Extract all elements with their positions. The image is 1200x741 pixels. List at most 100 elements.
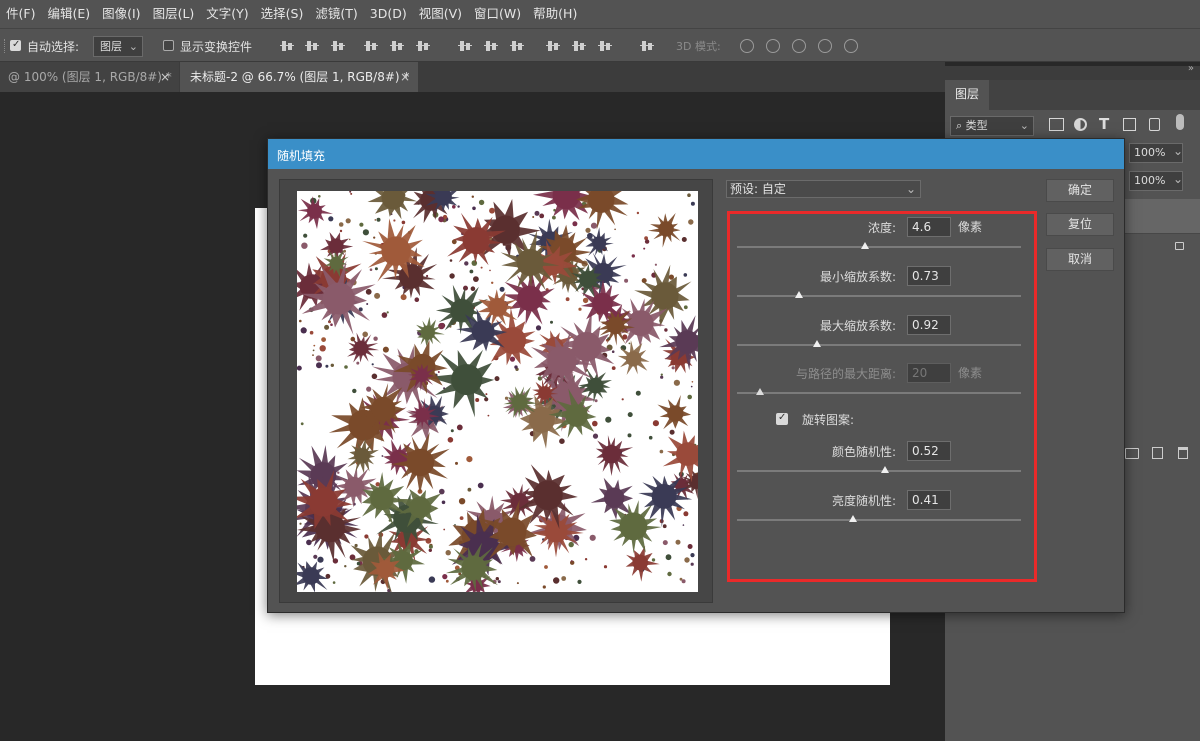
- param-slider-track: [737, 392, 1021, 394]
- param-slider-track[interactable]: [737, 246, 1021, 248]
- param-label: 与路径的最大距离:: [795, 367, 896, 381]
- distribute-left-icon[interactable]: [546, 39, 560, 53]
- align-bottom-icon[interactable]: [331, 39, 345, 53]
- menu-item[interactable]: 3D(D): [364, 0, 413, 28]
- param-slider-track[interactable]: [737, 470, 1021, 472]
- menu-item[interactable]: 选择(S): [255, 0, 310, 28]
- scale-3d-icon[interactable]: [844, 39, 858, 53]
- menu-item[interactable]: 视图(V): [413, 0, 468, 28]
- new-group-icon[interactable]: [1125, 448, 1139, 459]
- panel-tab-strip: 图层: [945, 80, 1200, 110]
- align-right-icon[interactable]: [416, 39, 430, 53]
- pattern-preview: [297, 191, 698, 592]
- toolbar-grip: [4, 39, 7, 53]
- param-unit: 像素: [958, 220, 983, 234]
- distribute-vcenter-icon[interactable]: [484, 39, 498, 53]
- trash-icon[interactable]: [1178, 447, 1188, 459]
- close-icon[interactable]: ×: [400, 62, 410, 92]
- tab-label: 未标题-2 @ 66.7% (图层 1, RGB/8#) *: [190, 70, 410, 84]
- tab-label: @ 100% (图层 1, RGB/8#) *: [8, 70, 172, 84]
- param-label: 亮度随机性:: [831, 494, 896, 508]
- param-value-input[interactable]: 0.92: [907, 315, 951, 335]
- menu-bar: 件(F) 编辑(E) 图像(I) 图层(L) 文字(Y) 选择(S) 滤镜(T) 3D(D) 视…: [0, 0, 1200, 28]
- document-tab-bar: @ 100% (图层 1, RGB/8#) * × 未标题-2 @ 66.7% …: [0, 62, 945, 92]
- menu-item[interactable]: 窗口(W): [468, 0, 527, 28]
- ok-button[interactable]: 确定: [1046, 179, 1114, 202]
- menu-item[interactable]: 图层(L): [147, 0, 201, 28]
- auto-align-icon[interactable]: [640, 39, 654, 53]
- shape-filter-icon[interactable]: [1123, 118, 1136, 131]
- preset-dropdown[interactable]: 预设: 自定 ⌄: [726, 180, 921, 198]
- auto-select-value: 图层: [100, 40, 122, 53]
- param-slider-track[interactable]: [737, 295, 1021, 297]
- param-value-input[interactable]: 0.52: [907, 441, 951, 461]
- menu-item[interactable]: 文字(Y): [200, 0, 254, 28]
- param-value-input[interactable]: 4.6: [907, 217, 951, 237]
- chevron-down-icon[interactable]: ⌄: [1173, 144, 1183, 158]
- param-slider-track[interactable]: [737, 519, 1021, 521]
- align-left-icon[interactable]: [364, 39, 378, 53]
- orbit-3d-icon[interactable]: [740, 39, 754, 53]
- menu-item[interactable]: 件(F): [0, 0, 41, 28]
- tab-document-2[interactable]: 未标题-2 @ 66.7% (图层 1, RGB/8#) * ×: [180, 62, 418, 92]
- preset-label: 预设: 自定: [730, 182, 786, 196]
- show-transform-checkbox[interactable]: [163, 40, 174, 51]
- show-transform-label: 显示变换控件: [180, 40, 253, 54]
- param-slider-track[interactable]: [737, 344, 1021, 346]
- fill-value: 100%: [1134, 174, 1166, 187]
- distribute-right-icon[interactable]: [598, 39, 612, 53]
- distribute-hcenter-icon[interactable]: [572, 39, 586, 53]
- param-label: 浓度:: [867, 221, 896, 235]
- menu-item[interactable]: 滤镜(T): [309, 0, 363, 28]
- filter-toggle-icon[interactable]: [1176, 114, 1184, 130]
- dialog-title-bar[interactable]: 随机填充: [268, 139, 1124, 169]
- splatter-pattern-image: [297, 191, 698, 592]
- new-layer-icon[interactable]: [1152, 447, 1163, 459]
- param-slider-thumb[interactable]: [880, 466, 889, 473]
- panel-collapse-strip: »: [945, 63, 1200, 80]
- menu-item[interactable]: 图像(I): [96, 0, 146, 28]
- auto-select-checkbox[interactable]: [10, 39, 21, 51]
- param-label: 最大缩放系数:: [819, 319, 896, 333]
- image-filter-icon[interactable]: [1049, 118, 1064, 131]
- param-unit: 像素: [958, 366, 983, 380]
- collapse-icon[interactable]: »: [1188, 63, 1194, 74]
- adjustment-filter-icon[interactable]: [1074, 118, 1087, 131]
- chevron-down-icon: ⌄: [128, 40, 138, 53]
- chevron-down-icon[interactable]: ⌄: [1173, 172, 1183, 186]
- param-label: 颜色随机性:: [831, 445, 896, 459]
- param-slider-thumb: [755, 388, 764, 395]
- smart-object-filter-icon[interactable]: [1149, 118, 1160, 131]
- align-vcenter-icon[interactable]: [305, 39, 319, 53]
- lock-icon: [1175, 242, 1184, 250]
- menu-item[interactable]: 编辑(E): [41, 0, 96, 28]
- tab-document-1[interactable]: @ 100% (图层 1, RGB/8#) * ×: [0, 62, 179, 92]
- auto-select-dropdown[interactable]: 图层 ⌄: [93, 36, 143, 57]
- param-value-input[interactable]: 0.73: [907, 266, 951, 286]
- align-hcenter-icon[interactable]: [390, 39, 404, 53]
- chevron-down-icon: ⌄: [905, 182, 916, 196]
- tab-layers[interactable]: 图层: [945, 80, 989, 110]
- layer-filter-dropdown[interactable]: ⌕ 类型 ⌄: [950, 116, 1034, 136]
- cancel-button[interactable]: 取消: [1046, 248, 1114, 271]
- param-value-input[interactable]: 0.41: [907, 490, 951, 510]
- align-top-icon[interactable]: [280, 39, 294, 53]
- search-icon: ⌕: [956, 119, 963, 132]
- distribute-bottom-icon[interactable]: [510, 39, 524, 53]
- layer-filter-value: 类型: [965, 119, 988, 132]
- distribute-top-icon[interactable]: [458, 39, 472, 53]
- dialog-title: 随机填充: [277, 149, 326, 163]
- param-slider-thumb[interactable]: [849, 515, 858, 522]
- param-slider-thumb[interactable]: [795, 291, 804, 298]
- random-fill-dialog: 随机填充 预设: 自定 ⌄ 确定 复位 取消 旋转图案: 浓度:4.6像素最小缩…: [267, 138, 1125, 613]
- close-icon[interactable]: ×: [160, 62, 170, 92]
- param-slider-thumb[interactable]: [812, 340, 821, 347]
- param-slider-thumb[interactable]: [860, 242, 869, 249]
- roll-3d-icon[interactable]: [766, 39, 780, 53]
- pan-3d-icon[interactable]: [792, 39, 806, 53]
- reset-button[interactable]: 复位: [1046, 213, 1114, 236]
- slide-3d-icon[interactable]: [818, 39, 832, 53]
- menu-item[interactable]: 帮助(H): [527, 0, 583, 28]
- type-filter-icon[interactable]: T: [1099, 115, 1109, 133]
- param-value-input: 20: [907, 363, 951, 383]
